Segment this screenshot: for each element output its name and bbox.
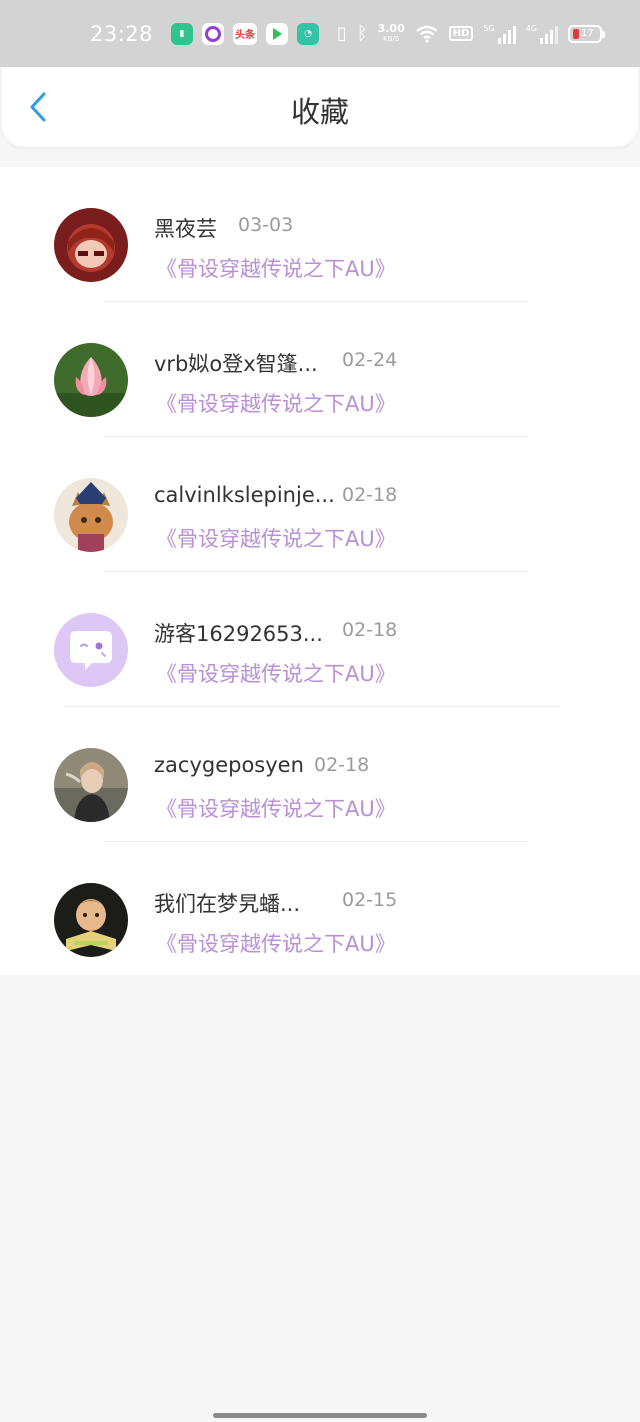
favorite-date: 02-15 (342, 889, 398, 911)
net2-label: 4G (525, 23, 537, 33)
network-speed: 3.00 KB/S (377, 21, 405, 44)
wifi-icon (415, 25, 438, 43)
battery-saver-app-icon: ▮ (171, 22, 194, 45)
chat-app-icon: ◔ (297, 22, 320, 45)
username: vrb姒o登x智篷... (154, 352, 318, 376)
list-item[interactable]: calvinlkslepinje... 02-18 《骨设穿越传说之下AU》 (0, 437, 640, 572)
status-time: 23:28 (90, 21, 154, 46)
user-avatar[interactable] (54, 208, 128, 282)
work-title-link[interactable]: 《骨设穿越传说之下AU》 (156, 253, 396, 283)
username: calvinlkslepinje... (154, 483, 335, 507)
favorite-date: 02-18 (342, 484, 398, 506)
home-indicator[interactable] (213, 1413, 427, 1418)
user-avatar[interactable] (54, 748, 128, 822)
user-avatar[interactable] (54, 883, 128, 957)
circle-app-icon (202, 22, 225, 45)
list-item[interactable]: 游客16292653... 02-18 《骨设穿越传说之下AU》 (0, 572, 640, 707)
list-item[interactable]: 黑夜芸 03-03 《骨设穿越传说之下AU》 (0, 167, 640, 302)
username: 我们在梦旯蟠... (154, 892, 301, 916)
speed-unit: KB/S (383, 34, 400, 43)
work-title-link[interactable]: 《骨设穿越传说之下AU》 (156, 793, 396, 823)
user-avatar[interactable] (54, 478, 128, 552)
list-item[interactable]: vrb姒o登x智篷... 02-24 《骨设穿越传说之下AU》 (0, 302, 640, 437)
username: zacygeposyen (154, 753, 304, 777)
net1-label: 5G (483, 23, 495, 33)
list-item[interactable]: 我们在梦旯蟠... 02-15 《骨设穿越传说之下AU》 (0, 842, 640, 975)
battery-icon: 17 (568, 24, 605, 43)
signal-4g-icon: 4G (526, 24, 558, 44)
video-app-icon (266, 22, 289, 45)
speed-value: 3.00 (377, 21, 405, 35)
username: 游客16292653... (154, 622, 323, 646)
work-title-link[interactable]: 《骨设穿越传说之下AU》 (156, 658, 396, 688)
work-title-link[interactable]: 《骨设穿越传说之下AU》 (156, 388, 396, 418)
status-bar: 23:28 ▮ 头条 ◔ ▯ ᛒ 3.00 KB/S HD 5G 4G 17 (0, 0, 640, 67)
work-title-link[interactable]: 《骨设穿越传说之下AU》 (156, 928, 396, 958)
bluetooth-icon: ᛒ (356, 22, 368, 44)
chat-bubble-icon (54, 613, 128, 687)
hd-icon: HD (448, 26, 474, 41)
page-title: 收藏 (290, 95, 349, 129)
header-bar: 收藏 (2, 67, 638, 147)
work-title-link[interactable]: 《骨设穿越传说之下AU》 (156, 523, 396, 553)
list-item[interactable]: zacygeposyen 02-18 《骨设穿越传说之下AU》 (0, 707, 640, 842)
default-avatar[interactable] (54, 613, 128, 687)
favorite-date: 02-18 (314, 754, 370, 776)
battery-level: 17 (581, 28, 594, 39)
user-avatar[interactable] (54, 343, 128, 417)
news-app-icon: 头条 (233, 22, 258, 45)
status-indicators: ▯ ᛒ 3.00 KB/S HD 5G 4G 17 (336, 21, 605, 44)
favorites-list: 黑夜芸 03-03 《骨设穿越传说之下AU》 vrb姒o登x智篷... 02-2… (0, 167, 640, 975)
signal-5g-icon: 5G (483, 23, 516, 44)
favorite-date: 03-03 (238, 214, 294, 236)
vibrate-icon: ▯ (336, 22, 347, 44)
username: 黑夜芸 (154, 217, 217, 241)
favorite-date: 02-18 (342, 619, 398, 641)
favorite-date: 02-24 (342, 349, 398, 371)
